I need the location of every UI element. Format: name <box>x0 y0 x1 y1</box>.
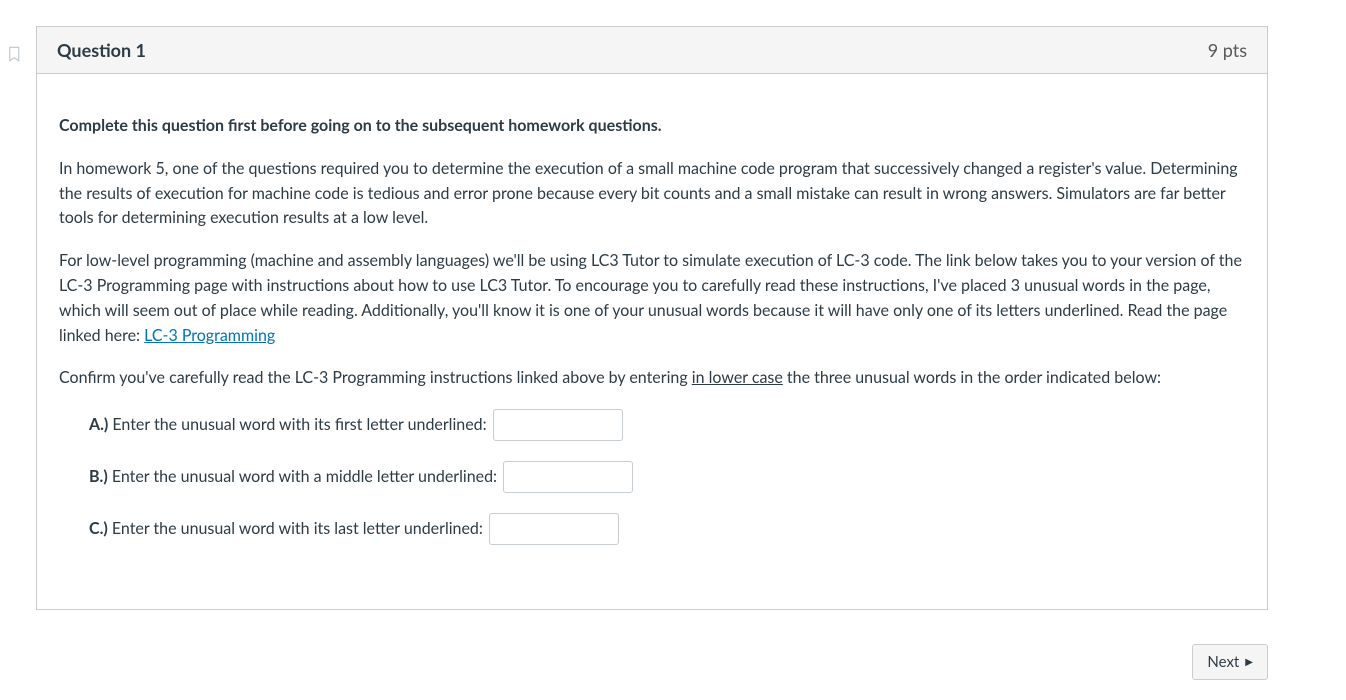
answer-c-text: Enter the unusual word with its last let… <box>108 519 483 538</box>
paragraph-1: In homework 5, one of the questions requ… <box>59 157 1245 231</box>
answer-c-letter: C.) <box>89 519 108 538</box>
answer-a-label: A.) Enter the unusual word with its firs… <box>89 413 487 438</box>
question-title: Question 1 <box>57 39 146 61</box>
confirm-underlined: in lower case <box>692 368 783 387</box>
intro-bold: Complete this question first before goin… <box>59 114 1245 139</box>
next-button[interactable]: Next ▶ <box>1192 644 1268 680</box>
confirm-pre: Confirm you've carefully read the LC-3 P… <box>59 368 692 387</box>
answer-b-label: B.) Enter the unusual word with a middle… <box>89 465 497 490</box>
quiz-page: Question 1 9 pts Complete this question … <box>0 0 1346 700</box>
answer-c-label: C.) Enter the unusual word with its last… <box>89 517 483 542</box>
confirm-post: the three unusual words in the order ind… <box>783 368 1161 387</box>
answer-row-b: B.) Enter the unusual word with a middle… <box>89 461 1245 493</box>
question-header: Question 1 9 pts <box>37 27 1267 74</box>
answer-b-input[interactable] <box>503 461 633 493</box>
answer-a-text: Enter the unusual word with its first le… <box>108 415 486 434</box>
answer-row-a: A.) Enter the unusual word with its firs… <box>89 409 1245 441</box>
answer-a-letter: A.) <box>89 415 108 434</box>
answer-b-letter: B.) <box>89 467 108 486</box>
confirm-paragraph: Confirm you've carefully read the LC-3 P… <box>59 366 1245 391</box>
question-points: 9 pts <box>1208 39 1247 61</box>
answer-b-text: Enter the unusual word with a middle let… <box>108 467 497 486</box>
answer-row-c: C.) Enter the unusual word with its last… <box>89 513 1245 545</box>
question-card: Question 1 9 pts Complete this question … <box>36 26 1268 610</box>
answers-block: A.) Enter the unusual word with its firs… <box>89 409 1245 545</box>
bookmark-icon[interactable] <box>6 45 24 63</box>
nav-row: Next ▶ <box>36 644 1268 700</box>
question-body: Complete this question first before goin… <box>37 74 1267 609</box>
next-button-label: Next <box>1207 653 1239 671</box>
answer-a-input[interactable] <box>493 409 623 441</box>
paragraph-2: For low-level programming (machine and a… <box>59 249 1245 348</box>
answer-c-input[interactable] <box>489 513 619 545</box>
lc3-programming-link[interactable]: LC-3 Programming <box>144 326 275 345</box>
